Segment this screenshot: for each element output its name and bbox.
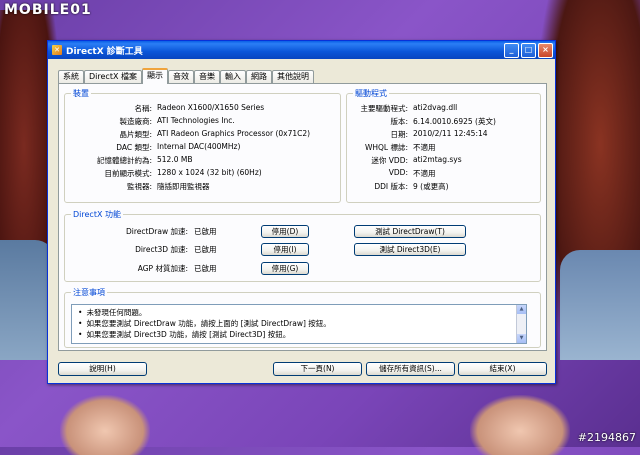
background-face-left xyxy=(60,395,150,455)
tab-display[interactable]: 顯示 xyxy=(141,68,168,84)
disable-agp-button[interactable]: 停用(G) xyxy=(261,262,309,275)
directx-icon: ✕ xyxy=(52,45,62,55)
background-face-right xyxy=(470,395,570,455)
mini-vdd-label: 迷你 VDD: xyxy=(371,156,408,165)
direct3d-accel-label: Direct3D 加速: xyxy=(135,245,188,254)
driver-version-label: 版本: xyxy=(390,117,408,126)
chip-type-value: ATI Radeon Graphics Processor (0x71C2) xyxy=(157,129,311,138)
ddi-version-value: 9 (或更高) xyxy=(413,182,449,191)
note-item: 如果您要測試 Direct3D 功能，請按 [測試 Direct3D] 按鈕。 xyxy=(78,329,290,340)
vdd-label: VDD: xyxy=(388,168,408,177)
direct3d-accel-status: 已啟用 xyxy=(194,245,217,254)
dac-type-value: Internal DAC(400MHz) xyxy=(157,142,241,151)
image-watermark: #2194867 xyxy=(577,431,636,444)
tab-music[interactable]: 音樂 xyxy=(193,70,220,83)
test-directdraw-button[interactable]: 測試 DirectDraw(T) xyxy=(354,225,466,238)
driver-group: 驅動程式 主要驅動程式: ati2dvag.dll 版本: 6.14.0010.… xyxy=(346,88,541,203)
tab-system[interactable]: 系統 xyxy=(58,70,84,83)
notes-title: 注意事項 xyxy=(71,287,107,298)
ddi-version-label: DDI 版本: xyxy=(374,182,408,191)
disable-direct3d-button[interactable]: 停用(I) xyxy=(261,243,309,256)
whql-label: WHQL 標誌: xyxy=(364,143,408,152)
driver-version-value: 6.14.0010.6925 (英文) xyxy=(413,117,496,126)
monitor-value: 隨插即用監視器 xyxy=(157,182,210,191)
agp-accel-label: AGP 材質加速: xyxy=(137,264,188,273)
monitor-label: 監視器: xyxy=(126,182,152,191)
directx-features-group: DirectX 功能 DirectDraw 加速: 已啟用 停用(D) 測試 D… xyxy=(64,209,541,282)
directdraw-accel-status: 已啟用 xyxy=(194,227,217,236)
minimize-button[interactable]: _ xyxy=(504,42,519,58)
save-all-info-button[interactable]: 儲存所有資訊(S)... xyxy=(366,362,455,376)
display-mode-label: 目前顯示模式: xyxy=(104,169,152,178)
directdraw-accel-label: DirectDraw 加速: xyxy=(126,227,188,236)
site-logo: MOBILE01 xyxy=(4,2,92,18)
display-mode-value: 1280 x 1024 (32 bit) (60Hz) xyxy=(157,168,262,177)
help-button[interactable]: 說明(H) xyxy=(58,362,147,376)
background-jacket-right xyxy=(560,250,640,360)
scroll-up-icon[interactable]: ▲ xyxy=(517,305,526,314)
driver-group-title: 驅動程式 xyxy=(353,88,389,99)
notes-scrollbar[interactable]: ▲ ▼ xyxy=(516,305,526,343)
device-name-label: 名稱: xyxy=(134,104,152,113)
tab-directx-files[interactable]: DirectX 檔案 xyxy=(84,70,142,83)
dac-type-label: DAC 類型: xyxy=(116,143,152,152)
maximize-button[interactable]: □ xyxy=(521,42,536,58)
mini-vdd-value: ati2mtag.sys xyxy=(413,155,462,164)
driver-date-value: 2010/2/11 12:45:14 xyxy=(413,129,488,138)
tab-strip: 系統 DirectX 檔案 顯示 音效 音樂 輸入 網路 其他說明 xyxy=(58,68,314,84)
close-button[interactable]: × xyxy=(538,42,553,58)
disable-directdraw-button[interactable]: 停用(D) xyxy=(261,225,309,238)
note-item: 如果您要測試 DirectDraw 功能，請按上面的 [測試 DirectDra… xyxy=(78,318,330,329)
display-tab-panel: 裝置 名稱: Radeon X1600/X1650 Series 製造廠商: A… xyxy=(58,83,547,351)
main-driver-value: ati2dvag.dll xyxy=(413,103,458,112)
tab-sound[interactable]: 音效 xyxy=(167,70,194,83)
tab-more-help[interactable]: 其他說明 xyxy=(271,70,314,83)
note-item: 未發現任何問題。 xyxy=(78,307,146,318)
next-page-button[interactable]: 下一頁(N) xyxy=(273,362,362,376)
device-group-title: 裝置 xyxy=(71,88,91,99)
notes-textbox[interactable]: 未發現任何問題。 如果您要測試 DirectDraw 功能，請按上面的 [測試 … xyxy=(71,304,527,344)
window-title: DirectX 診斷工具 xyxy=(66,46,143,57)
chip-type-label: 晶片類型: xyxy=(119,130,152,139)
test-direct3d-button[interactable]: 測試 Direct3D(E) xyxy=(354,243,466,256)
notes-group: 注意事項 未發現任何問題。 如果您要測試 DirectDraw 功能，請按上面的… xyxy=(64,287,541,348)
manufacturer-label: 製造廠商: xyxy=(119,117,152,126)
directx-features-title: DirectX 功能 xyxy=(71,209,123,220)
memory-label: 記憶體總計約為: xyxy=(96,156,152,165)
device-name-value: Radeon X1600/X1650 Series xyxy=(157,103,265,112)
tab-network[interactable]: 網路 xyxy=(245,70,272,83)
vdd-value: 不適用 xyxy=(413,169,436,178)
main-driver-label: 主要驅動程式: xyxy=(360,104,408,113)
memory-value: 512.0 MB xyxy=(157,155,193,164)
whql-value: 不適用 xyxy=(413,143,436,152)
manufacturer-value: ATI Technologies Inc. xyxy=(157,116,235,125)
scroll-down-icon[interactable]: ▼ xyxy=(517,334,526,343)
agp-accel-status: 已啟用 xyxy=(194,264,217,273)
tab-input[interactable]: 輸入 xyxy=(219,70,246,83)
device-group: 裝置 名稱: Radeon X1600/X1650 Series 製造廠商: A… xyxy=(64,88,341,203)
title-bar[interactable]: ✕ DirectX 診斷工具 _ □ × xyxy=(48,41,555,59)
exit-button[interactable]: 結束(X) xyxy=(458,362,547,376)
dxdiag-window: ✕ DirectX 診斷工具 _ □ × 系統 DirectX 檔案 顯示 音效… xyxy=(47,40,556,384)
driver-date-label: 日期: xyxy=(390,130,408,139)
